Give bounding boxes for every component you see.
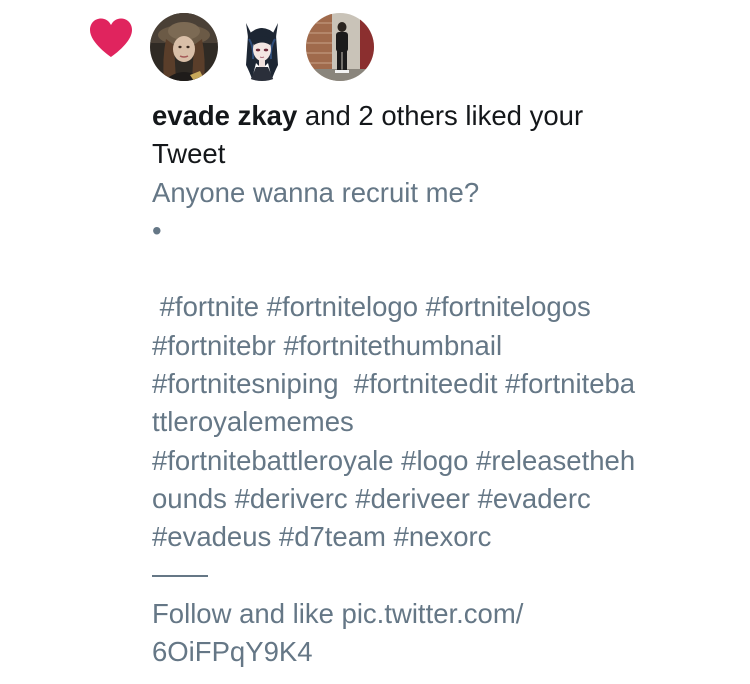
actor-name[interactable]: evade zkay [152, 100, 297, 131]
tweet-link-line: 6OiFPqY9K4 [152, 635, 313, 667]
tweet-line: Anyone wanna recruit me? [152, 176, 480, 208]
tweet-hashtags-line: #fortnitebattleroyale #logo #releasetheh [152, 444, 636, 476]
avatar-evade-zkay[interactable] [150, 13, 218, 81]
avatar-cat-ear-anime[interactable] [228, 13, 296, 81]
action-text: and 2 others liked your [297, 100, 584, 131]
tweet-bullet: • [152, 214, 162, 246]
tweet-hashtags-line: #fortnite #fortnitelogo #fortnitelogos [152, 291, 591, 323]
notification-headline: evade zkay and 2 others liked your Tweet [152, 97, 732, 174]
tweet-divider [152, 574, 208, 577]
notification-content: evade zkay and 2 others liked your Tweet… [152, 97, 732, 671]
tweet-hashtags-line: ttleroyalememes [152, 406, 354, 438]
action-text-2: Tweet [152, 138, 226, 170]
tweet-hashtags-line: #evadeus #d7team #nexorc [152, 521, 492, 553]
tweet-text[interactable]: Anyone wanna recruit me? • #fortnite #fo… [152, 174, 732, 672]
avatar-person-standing[interactable] [306, 13, 374, 81]
tweet-footer-line: Follow and like pic.twitter.com/ [152, 597, 524, 629]
tweet-hashtags-line: ounds #deriverc #deriveer #evaderc [152, 482, 591, 514]
like-notification[interactable]: evade zkay and 2 others liked your Tweet… [0, 0, 750, 684]
tweet-hashtags-line: #fortnitesniping #fortniteedit #fortnite… [152, 368, 636, 400]
heart-icon [88, 17, 134, 59]
tweet-hashtags-line: #fortnitebr #fortnitethumbnail [152, 329, 503, 361]
